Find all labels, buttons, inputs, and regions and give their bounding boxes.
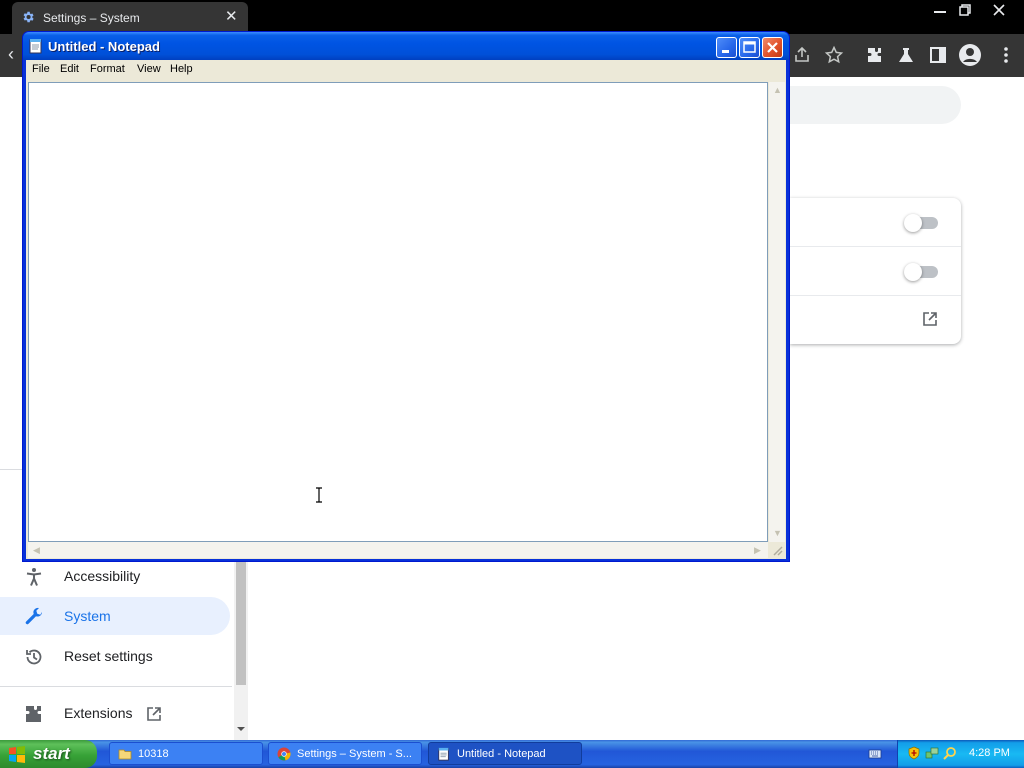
start-label: start: [33, 744, 70, 763]
accessibility-icon: [26, 568, 42, 586]
sidebar-item-label: Accessibility: [64, 568, 141, 584]
bookmark-star-icon[interactable]: [824, 45, 844, 65]
wrench-icon: [25, 607, 43, 625]
toggle-switch-1[interactable]: [904, 214, 938, 232]
chrome-tab-strip: Settings – System ✕: [0, 0, 1024, 34]
settings-card: [790, 198, 961, 344]
menu-view[interactable]: View: [137, 63, 161, 75]
menu-format[interactable]: Format: [90, 63, 125, 75]
tab-close-icon[interactable]: ✕: [225, 9, 238, 25]
network-icon[interactable]: [925, 746, 939, 760]
text-cursor-icon: [316, 487, 322, 503]
chrome-menu-icon[interactable]: [996, 45, 1016, 65]
close-button[interactable]: [762, 37, 783, 58]
notepad-vertical-scrollbar[interactable]: ▲ ▼: [769, 82, 785, 542]
start-button[interactable]: start: [0, 740, 97, 768]
resize-grip-icon[interactable]: [771, 544, 783, 556]
notepad-icon: [438, 747, 449, 761]
notepad-titlebar[interactable]: Untitled - Notepad: [23, 32, 789, 60]
sidebar-item-extensions[interactable]: Extensions: [0, 694, 230, 732]
notepad-horizontal-scrollbar[interactable]: ◀ ▶: [28, 542, 768, 558]
minimize-icon: [722, 50, 729, 53]
maximize-icon: [743, 41, 756, 53]
share-icon[interactable]: [792, 45, 812, 65]
sidebar-separator: [0, 686, 232, 687]
taskbar-item-notepad[interactable]: Untitled - Notepad: [428, 742, 582, 765]
taskbar: start 10318 Settings – System - S... Unt…: [0, 740, 1024, 768]
system-tray: 4:28 PM: [897, 740, 1024, 768]
scroll-down-arrow-icon[interactable]: [236, 724, 246, 734]
close-icon: [767, 42, 778, 53]
chrome-minimize-icon[interactable]: [927, 2, 953, 18]
minimize-button[interactable]: [716, 37, 737, 58]
keyboard-icon[interactable]: [868, 747, 882, 761]
extensions-puzzle-icon[interactable]: [864, 45, 884, 65]
scroll-left-arrow-icon[interactable]: ◀: [33, 545, 40, 556]
settings-row-1: [790, 198, 961, 247]
maximize-button[interactable]: [739, 37, 760, 58]
taskbar-item-label: 10318: [138, 748, 169, 760]
restore-icon: [26, 649, 42, 665]
back-icon[interactable]: ‹: [8, 44, 14, 65]
chrome-tab-settings[interactable]: Settings – System ✕: [12, 2, 248, 34]
side-panel-icon[interactable]: [928, 45, 948, 65]
notepad-icon: [29, 39, 42, 54]
chrome-restore-icon[interactable]: [952, 2, 978, 18]
gear-icon: [23, 11, 34, 23]
settings-row-3[interactable]: [790, 296, 961, 345]
menu-edit[interactable]: Edit: [60, 63, 79, 75]
sidebar-item-label: Extensions: [64, 705, 133, 721]
menu-help[interactable]: Help: [170, 63, 193, 75]
security-shield-icon[interactable]: [907, 746, 921, 760]
taskbar-item-label: Untitled - Notepad: [457, 748, 546, 760]
sidebar-divider: [0, 469, 24, 470]
chrome-close-icon[interactable]: [986, 2, 1012, 18]
notepad-body: ▲ ▼ ◀ ▶: [26, 80, 786, 559]
puzzle-icon: [26, 706, 41, 722]
taskbar-clock[interactable]: 4:28 PM: [969, 747, 1010, 759]
sidebar-item-system[interactable]: System: [0, 597, 230, 635]
menu-file[interactable]: File: [32, 63, 50, 75]
magnifier-icon[interactable]: [943, 746, 957, 760]
sidebar-item-accessibility[interactable]: Accessibility: [0, 557, 230, 595]
toggle-switch-2[interactable]: [904, 263, 938, 281]
taskbar-item-folder[interactable]: 10318: [109, 742, 263, 765]
notepad-menubar: File Edit Format View Help: [26, 60, 786, 80]
scroll-up-arrow-icon[interactable]: ▲: [773, 85, 782, 95]
settings-search-field[interactable]: [790, 86, 961, 124]
open-external-icon: [147, 707, 161, 721]
windows-flag-icon: [9, 746, 25, 763]
sidebar-item-reset-settings[interactable]: Reset settings: [0, 637, 230, 675]
labs-flask-icon[interactable]: [896, 45, 916, 65]
sidebar-scroll-thumb[interactable]: [236, 560, 246, 685]
scroll-down-arrow-icon[interactable]: ▼: [773, 528, 782, 538]
tab-title: Settings – System: [43, 11, 140, 25]
scroll-right-arrow-icon[interactable]: ▶: [754, 545, 761, 556]
sidebar-item-label: Reset settings: [64, 648, 153, 664]
notepad-title: Untitled - Notepad: [48, 39, 160, 54]
chrome-icon: [277, 747, 291, 761]
profile-avatar-icon[interactable]: [958, 43, 982, 67]
notepad-text-area[interactable]: [28, 82, 768, 542]
folder-icon: [118, 749, 132, 760]
notepad-window: Untitled - Notepad File Edit Format View…: [22, 31, 790, 562]
open-external-icon[interactable]: [921, 310, 939, 328]
settings-row-2: [790, 247, 961, 296]
taskbar-item-label: Settings – System - S...: [297, 748, 412, 760]
sidebar-item-label: System: [64, 608, 111, 624]
taskbar-item-chrome[interactable]: Settings – System - S...: [268, 742, 422, 765]
